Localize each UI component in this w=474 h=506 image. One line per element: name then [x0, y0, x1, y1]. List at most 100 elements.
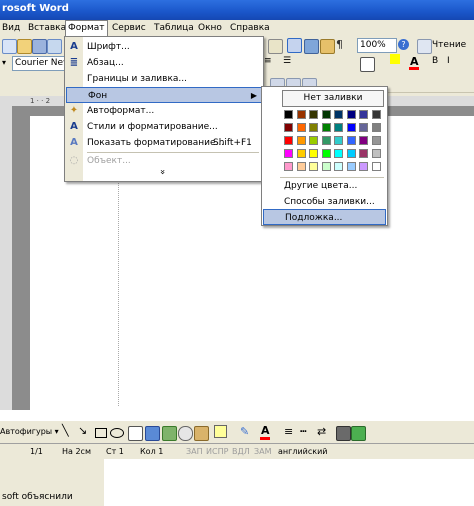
color-swatch[interactable] [309, 110, 318, 119]
color-swatch[interactable] [296, 123, 306, 132]
style-dropdown-arrow[interactable]: ▾ [2, 58, 6, 67]
line-icon[interactable]: ╲ [62, 424, 69, 437]
color-swatch[interactable] [296, 110, 306, 119]
help-icon[interactable]: ? [398, 39, 409, 50]
bold-icon[interactable]: B [432, 56, 438, 66]
arrow-icon[interactable]: ↘ [78, 424, 87, 437]
zoom-select[interactable]: 100% [357, 38, 397, 53]
color-swatch[interactable] [321, 110, 331, 119]
watermark-item[interactable]: Подложка... [263, 209, 386, 225]
color-swatch[interactable] [321, 149, 331, 158]
color-swatch[interactable] [359, 162, 368, 171]
menu-item-paragraph[interactable]: ≣ Абзац... [65, 55, 263, 71]
color-swatch[interactable] [309, 123, 318, 132]
menu-help[interactable]: Справка [228, 21, 272, 35]
font-name-select[interactable]: Courier New [12, 56, 66, 71]
status-overtype[interactable]: ЗАМ [254, 447, 272, 456]
dash-style-icon[interactable]: ┅ [300, 425, 307, 438]
line-color-icon[interactable]: ✎ [240, 425, 249, 438]
color-swatch[interactable] [284, 136, 293, 145]
color-swatch[interactable] [346, 149, 356, 158]
color-swatch[interactable] [284, 123, 293, 132]
new-icon[interactable] [2, 39, 17, 54]
menu-insert[interactable]: Вставка [26, 21, 68, 35]
color-swatch[interactable] [359, 123, 368, 132]
color-swatch[interactable] [371, 162, 381, 171]
color-swatch[interactable] [321, 162, 331, 171]
color-swatch[interactable] [284, 110, 293, 119]
color-swatch[interactable] [371, 149, 381, 158]
color-swatch[interactable] [296, 149, 306, 158]
color-swatch[interactable] [334, 136, 343, 145]
document-map-icon[interactable] [320, 39, 335, 54]
taskbar-button[interactable]: soft объяснили [0, 459, 104, 506]
color-swatch[interactable] [296, 136, 306, 145]
indent-icon[interactable]: ≡ [264, 56, 272, 66]
color-swatch[interactable] [321, 123, 331, 132]
fill-effects-item[interactable]: Способы заливки... [262, 194, 387, 210]
color-swatch[interactable] [334, 162, 343, 171]
color-swatch[interactable] [309, 162, 318, 171]
menu-item-font[interactable]: A Шрифт... [65, 39, 263, 55]
color-swatch[interactable] [359, 136, 368, 145]
menu-item-reveal-formatting[interactable]: A Показать форматирование... Shift+F1 [65, 135, 263, 151]
menu-window[interactable]: Окно [196, 21, 224, 35]
read-button[interactable]: Чтение [432, 40, 466, 50]
menu-item-borders[interactable]: Границы и заливка... [65, 71, 263, 87]
no-fill-button[interactable]: Нет заливки [282, 90, 384, 107]
status-track[interactable]: ИСПР [206, 447, 228, 456]
drawing-font-color-icon[interactable]: A [261, 424, 270, 437]
open-icon[interactable] [17, 39, 32, 54]
columns-icon[interactable] [304, 39, 319, 54]
italic-icon[interactable]: I [447, 56, 450, 66]
rectangle-icon[interactable] [95, 428, 107, 438]
color-swatch[interactable] [284, 149, 293, 158]
color-swatch[interactable] [346, 136, 356, 145]
textbox-icon[interactable] [128, 426, 143, 441]
autoshapes-menu[interactable]: Автофигуры ▾ [0, 427, 59, 436]
diagram-icon[interactable] [162, 426, 177, 441]
status-extend[interactable]: ВДЛ [232, 447, 250, 456]
pilcrow-icon[interactable]: ¶ [336, 38, 343, 51]
wordart-icon[interactable] [145, 426, 160, 441]
oval-icon[interactable] [110, 428, 124, 438]
color-swatch[interactable] [296, 162, 306, 171]
color-swatch[interactable] [346, 123, 356, 132]
color-swatch[interactable] [371, 136, 381, 145]
drawing-icon[interactable] [287, 38, 302, 53]
highlight-icon[interactable] [390, 54, 400, 64]
menu-item-styles[interactable]: A Стили и форматирование... [65, 119, 263, 135]
save-icon[interactable] [32, 39, 47, 54]
fill-color-icon[interactable] [214, 425, 227, 438]
menu-item-background[interactable]: Фон ▶ [66, 87, 262, 103]
color-swatch[interactable] [309, 149, 318, 158]
color-swatch[interactable] [346, 110, 356, 119]
color-swatch[interactable] [346, 162, 356, 171]
shadow-icon[interactable] [336, 426, 351, 441]
expand-menu-icon[interactable]: » [157, 169, 167, 175]
color-swatch[interactable] [371, 123, 381, 132]
color-swatch[interactable] [309, 136, 318, 145]
clipart-icon[interactable] [178, 426, 193, 441]
color-swatch[interactable] [334, 110, 343, 119]
menu-item-autoformat[interactable]: ✦ Автоформат... [65, 103, 263, 119]
arrow-style-icon[interactable]: ⇄ [317, 425, 326, 438]
picture-icon[interactable] [194, 426, 209, 441]
table-icon[interactable] [268, 39, 283, 54]
3d-icon[interactable] [351, 426, 366, 441]
menu-format[interactable]: Формат [65, 20, 108, 37]
color-swatch[interactable] [371, 110, 381, 119]
more-colors-item[interactable]: Другие цвета... [262, 178, 387, 194]
color-swatch[interactable] [359, 149, 368, 158]
color-swatch[interactable] [334, 123, 343, 132]
menu-table[interactable]: Таблица [152, 21, 196, 35]
color-swatch[interactable] [321, 136, 331, 145]
color-swatch[interactable] [359, 110, 368, 119]
color-swatch[interactable] [284, 162, 293, 171]
permission-icon[interactable] [47, 39, 62, 54]
status-record[interactable]: ЗАП [186, 447, 203, 456]
menu-view[interactable]: Вид [0, 21, 22, 35]
bullets-icon[interactable]: ☰ [283, 56, 291, 66]
line-style-icon[interactable]: ≡ [284, 425, 293, 438]
border-icon[interactable] [360, 57, 375, 72]
